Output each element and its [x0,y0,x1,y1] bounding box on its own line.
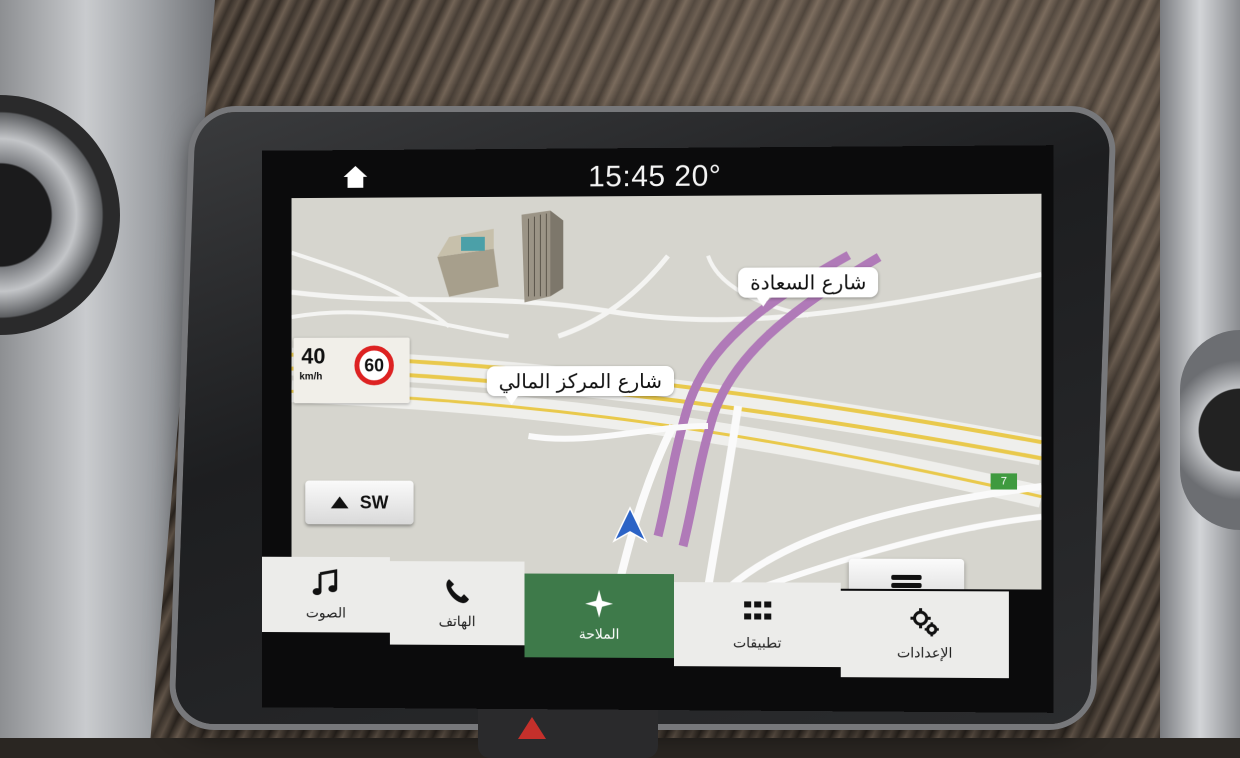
street-label-financial-center: شارع المركز المالي [487,366,674,396]
nav-audio[interactable]: الصوت [262,557,390,633]
time-temperature: 15:45 20° [588,160,721,195]
infotainment-screen: 15:45 20° [262,145,1054,713]
speed-panel: 40 km/h 60 [293,338,409,404]
nav-navigation-label: الملاحة [579,627,620,643]
nav-apps[interactable]: تطبيقات [674,582,841,667]
gears-icon [909,607,939,637]
heading-label: SW [360,492,389,513]
route-number-badge: 7 [991,473,1017,489]
nav-phone-label: الهاتف [439,614,476,630]
arrow-up-icon [330,496,348,508]
navigation-map[interactable]: 40 km/h 60 شارع السعادة شارع المركز الما… [292,194,1042,590]
street-label-saada: شارع السعادة [738,267,878,298]
phone-icon [442,576,472,606]
music-note-icon [311,568,340,598]
speed-limit-sign: 60 [354,346,393,386]
current-speed: 40 [301,344,325,370]
home-icon[interactable] [343,164,369,190]
apps-grid-icon [742,597,772,627]
nav-settings-label: الإعدادات [897,645,952,661]
nav-settings[interactable]: الإعدادات [841,591,1009,678]
navigation-star-icon [584,589,614,619]
speed-unit: km/h [299,371,322,382]
hazard-icon[interactable] [518,717,546,739]
compass-heading-button[interactable]: SW [305,481,413,525]
nav-phone[interactable]: الهاتف [390,561,525,645]
nav-apps-label: تطبيقات [733,635,782,651]
nav-navigation[interactable]: الملاحة [524,574,673,659]
bottom-navigation: الصوت الهاتف الملاحة تطبيقات [262,557,1054,713]
nav-audio-label: الصوت [306,605,346,621]
right-air-vent [1180,330,1240,530]
